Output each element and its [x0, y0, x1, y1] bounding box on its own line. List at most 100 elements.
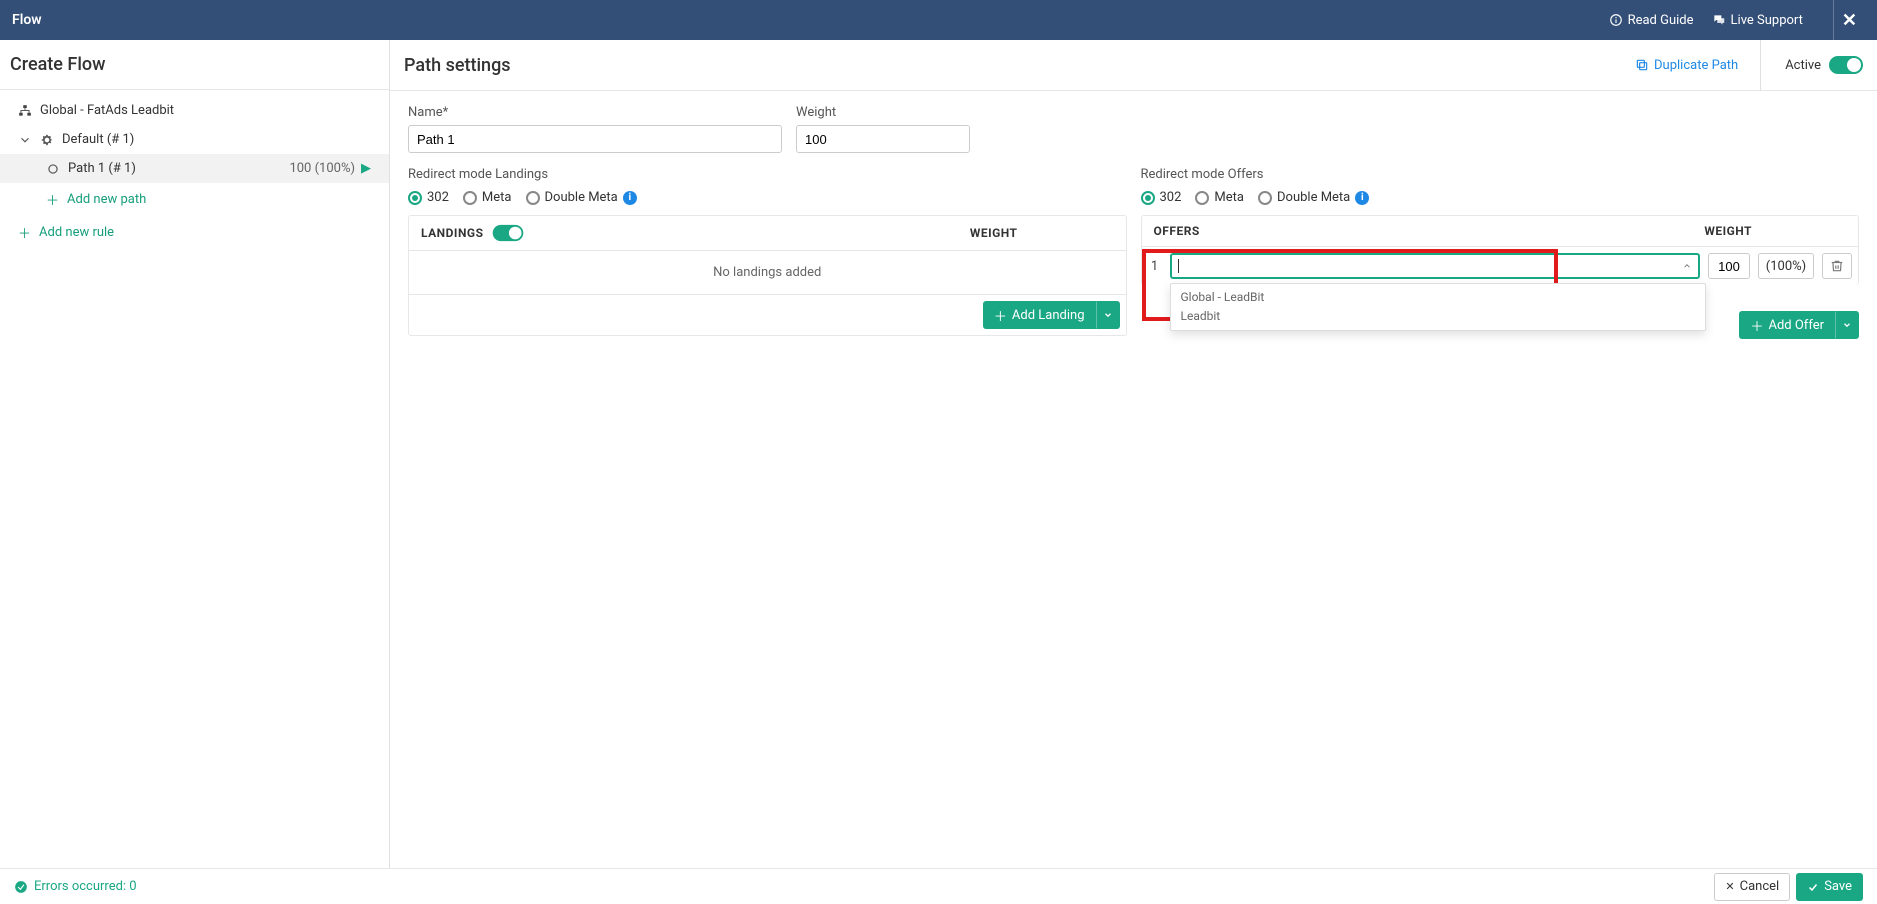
active-label: Active: [1785, 58, 1821, 73]
error-status: Errors occurred: 0: [14, 879, 137, 894]
landings-toggle[interactable]: [493, 225, 524, 241]
landings-table-head: LANDINGS WEIGHT: [409, 216, 1126, 251]
check-circle-icon: [14, 880, 28, 894]
chevron-down-icon: [1842, 320, 1852, 330]
offer-select[interactable]: [1170, 253, 1701, 279]
landings-col-weight: WEIGHT: [970, 226, 1114, 240]
path-row[interactable]: Path 1 (# 1) 100 (100%) ▶: [0, 154, 389, 183]
offers-col-title: OFFERS: [1154, 224, 1200, 238]
live-support-link[interactable]: Live Support: [1712, 13, 1803, 28]
radio-label: Double Meta: [545, 190, 618, 205]
plus-icon: ＋: [1750, 316, 1763, 335]
weight-input[interactable]: [796, 125, 970, 153]
landings-table-foot: ＋ Add Landing: [409, 294, 1126, 335]
group-label: Default (# 1): [62, 132, 134, 147]
landings-radio-meta[interactable]: Meta: [463, 190, 512, 205]
info-icon[interactable]: i: [1355, 191, 1369, 205]
landings-col-title: LANDINGS: [421, 226, 483, 240]
book-icon: [1609, 13, 1623, 27]
add-offer-button[interactable]: ＋ Add Offer: [1739, 311, 1835, 339]
radio-label: 302: [427, 190, 449, 205]
offer-row-wrap: 1 (100%): [1142, 247, 1859, 285]
read-guide-label: Read Guide: [1628, 13, 1694, 28]
landings-radio-double-meta[interactable]: Double Meta i: [526, 190, 637, 205]
close-button[interactable]: ✕: [1833, 0, 1865, 40]
add-landing-button[interactable]: ＋ Add Landing: [983, 301, 1096, 329]
cancel-button[interactable]: ✕ Cancel: [1714, 873, 1790, 901]
add-rule-label: Add new rule: [39, 225, 114, 240]
chevron-down-icon: [18, 133, 32, 147]
landings-radios: 302 Meta Double Meta i: [408, 190, 1127, 205]
right-header: Path settings Duplicate Path Active: [390, 40, 1877, 91]
radio-label: Meta: [1214, 190, 1244, 205]
add-offer-dropdown[interactable]: [1835, 311, 1859, 339]
campaign-row[interactable]: Global - FatAds Leadbit: [0, 96, 389, 125]
duplicate-label: Duplicate Path: [1654, 58, 1738, 73]
offers-table: OFFERS WEIGHT 1: [1141, 215, 1860, 285]
top-bar: Flow Read Guide Live Support ✕: [0, 0, 1877, 40]
chat-icon: [1712, 13, 1726, 27]
duplicate-path-button[interactable]: Duplicate Path: [1635, 40, 1761, 91]
landings-redirect-label: Redirect mode Landings: [408, 167, 1127, 182]
offers-radio-meta[interactable]: Meta: [1195, 190, 1244, 205]
path-settings-body: Name* Weight Redirect mode Landings 302 …: [390, 91, 1877, 349]
add-landing-dropdown[interactable]: [1096, 301, 1120, 329]
offers-table-head: OFFERS WEIGHT: [1142, 216, 1859, 247]
landings-section: Redirect mode Landings 302 Meta Double M…: [408, 167, 1127, 336]
add-offer-label: Add Offer: [1769, 318, 1825, 333]
chevron-down-icon: [1103, 310, 1113, 320]
gear-icon: [40, 133, 54, 147]
save-label: Save: [1824, 879, 1852, 894]
save-button[interactable]: Save: [1796, 873, 1863, 901]
add-landing-label: Add Landing: [1012, 308, 1085, 323]
offers-radio-double-meta[interactable]: Double Meta i: [1258, 190, 1369, 205]
app-title: Flow: [12, 12, 42, 28]
plus-icon: ＋: [18, 223, 31, 242]
radio-off-icon: [46, 162, 60, 176]
landings-table: LANDINGS WEIGHT No landings added ＋ Add …: [408, 215, 1127, 336]
info-icon[interactable]: i: [623, 191, 637, 205]
read-guide-link[interactable]: Read Guide: [1609, 13, 1694, 28]
sections: Redirect mode Landings 302 Meta Double M…: [408, 167, 1859, 339]
error-status-label: Errors occurred: 0: [34, 879, 137, 894]
left-panel-title: Create Flow: [0, 40, 389, 90]
flow-tree: Global - FatAds Leadbit Default (# 1) Pa…: [0, 90, 389, 255]
active-toggle[interactable]: [1829, 56, 1863, 74]
add-rule-row[interactable]: ＋ Add new rule: [0, 216, 389, 249]
name-input[interactable]: [408, 125, 782, 153]
name-field-wrap: Name*: [408, 105, 782, 153]
close-icon: ✕: [1725, 880, 1734, 893]
offer-dropdown-item[interactable]: Leadbit: [1171, 307, 1706, 326]
main-area: Create Flow Global - FatAds Leadbit Defa…: [0, 40, 1877, 868]
text-cursor: [1178, 259, 1179, 273]
topbar-actions: Read Guide Live Support ✕: [1609, 0, 1865, 40]
left-panel: Create Flow Global - FatAds Leadbit Defa…: [0, 40, 390, 868]
radio-label: Double Meta: [1277, 190, 1350, 205]
offer-dropdown-item[interactable]: Global - LeadBit: [1171, 288, 1706, 307]
play-icon: ▶: [361, 161, 371, 176]
offer-weight-input[interactable]: [1708, 253, 1750, 279]
path-label: Path 1 (# 1): [68, 161, 136, 176]
landings-radio-302[interactable]: 302: [408, 190, 449, 205]
offer-dropdown: Global - LeadBit Leadbit: [1170, 283, 1707, 331]
add-path-row[interactable]: ＋ Add new path: [0, 183, 389, 216]
footer-actions: ✕ Cancel Save: [1714, 873, 1863, 901]
offers-radios: 302 Meta Double Meta i: [1141, 190, 1860, 205]
copy-icon: [1635, 58, 1649, 72]
plus-icon: ＋: [994, 306, 1007, 325]
plus-icon: ＋: [46, 190, 59, 209]
status-bar: Errors occurred: 0 ✕ Cancel Save: [0, 868, 1877, 904]
offer-percent: (100%): [1758, 253, 1814, 279]
check-icon: [1807, 881, 1819, 893]
chevron-up-icon: [1682, 261, 1692, 271]
close-icon: ✕: [1842, 10, 1857, 31]
live-support-label: Live Support: [1731, 13, 1803, 28]
delete-offer-button[interactable]: [1822, 253, 1852, 279]
offers-radio-302[interactable]: 302: [1141, 190, 1182, 205]
group-row[interactable]: Default (# 1): [0, 125, 389, 154]
campaign-label: Global - FatAds Leadbit: [40, 103, 174, 118]
path-weight: 100 (100%) ▶: [289, 161, 371, 176]
path-weight-label: 100 (100%): [289, 161, 355, 176]
add-path-label: Add new path: [67, 192, 146, 207]
weight-field-wrap: Weight: [796, 105, 970, 153]
